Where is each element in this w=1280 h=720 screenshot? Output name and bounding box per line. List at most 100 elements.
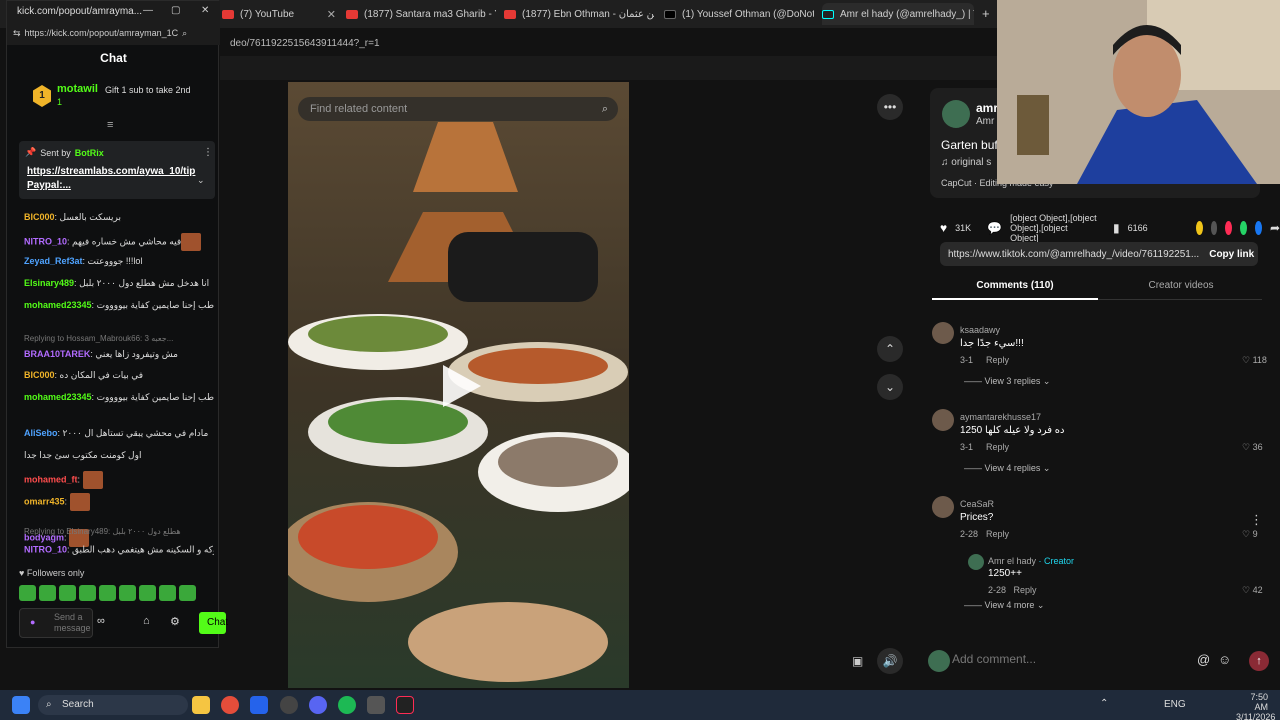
chevron-down-icon[interactable]: ⌄ <box>877 374 903 400</box>
app-icon[interactable] <box>367 696 385 714</box>
new-tab-icon[interactable]: + <box>982 6 990 21</box>
emote[interactable] <box>179 585 196 601</box>
comment-like[interactable]: ♡ 36 <box>1242 442 1263 453</box>
view-replies-button[interactable]: —— View 4 more ⌄ <box>964 600 1044 611</box>
author-avatar[interactable] <box>942 100 970 128</box>
file-explorer-icon[interactable] <box>192 696 210 714</box>
commenter-avatar[interactable] <box>932 409 954 431</box>
send-icon[interactable] <box>1225 221 1233 235</box>
chat-username[interactable]: AliSebo <box>24 428 58 438</box>
maximize-icon[interactable]: ▢ <box>171 5 180 16</box>
chat-username[interactable]: BIC000 <box>24 212 55 222</box>
view-replies-button[interactable]: —— View 3 replies ⌄ <box>964 376 1050 387</box>
more-options-icon[interactable]: ⋮ <box>1250 512 1263 528</box>
gear-icon[interactable]: ⚙ <box>170 615 180 628</box>
chat-username[interactable]: BRAA10TAREK <box>24 349 90 359</box>
reply-button[interactable]: Reply <box>986 355 1009 365</box>
view-replies-button[interactable]: —— View 4 replies ⌄ <box>964 463 1050 474</box>
obs-icon[interactable] <box>250 696 268 714</box>
clock[interactable]: 7:50 AM 3/11/2026 <box>1236 692 1275 720</box>
emote[interactable] <box>59 585 76 601</box>
bookmark-icon[interactable]: ▮ <box>1113 221 1120 235</box>
taskbar-search[interactable]: Search ⌕ <box>38 695 188 715</box>
emote[interactable] <box>119 585 136 601</box>
discord-icon[interactable] <box>309 696 327 714</box>
emote[interactable] <box>159 585 176 601</box>
play-icon[interactable] <box>443 365 481 407</box>
embed-icon[interactable] <box>1210 221 1218 235</box>
chat-username[interactable]: Zeyad_Ref3at <box>24 256 83 266</box>
tray-chevron-icon[interactable]: ⌃ <box>1100 698 1108 709</box>
coin-icon[interactable] <box>1195 221 1203 235</box>
chevron-down-icon[interactable]: ⌄ <box>197 175 205 186</box>
chrome-icon[interactable] <box>221 696 239 714</box>
tab-ebn-othman[interactable]: (1877) Ebn Othman - ابن عثمان✕ <box>504 3 654 25</box>
tab-tiktok[interactable]: Amr el hady (@amrelhady_) | T✕ <box>822 3 974 25</box>
gift-sub-prompt[interactable]: Gift 1 sub to take 2nd <box>105 85 205 96</box>
chat-username[interactable]: mohamed23345 <box>24 300 92 310</box>
microphone-icon[interactable]: ● <box>30 617 35 627</box>
chat-username[interactable]: NITRO_10 <box>24 236 67 246</box>
commenter-avatar[interactable] <box>932 322 954 344</box>
reply-button[interactable]: Reply <box>986 529 1009 539</box>
creator-reply-like[interactable]: ♡ 42 <box>1242 585 1263 596</box>
tiktok-icon[interactable] <box>396 696 414 714</box>
send-chat-button[interactable]: Chat <box>199 612 228 634</box>
mention-icon[interactable]: @ <box>1197 652 1210 667</box>
reply-button[interactable]: Reply <box>986 442 1009 452</box>
top-gifter-name[interactable]: motawil <box>57 83 98 95</box>
chat-input[interactable]: Send a message ● <box>19 608 93 638</box>
tab-youtube[interactable]: (7) YouTube ✕ <box>222 3 342 25</box>
commenter-name[interactable]: CeaSaR <box>960 499 994 509</box>
emote[interactable] <box>19 585 36 601</box>
close-icon[interactable]: ✕ <box>201 5 209 16</box>
chat-username[interactable]: mohamed23345 <box>24 392 92 402</box>
more-options-icon[interactable]: ⋮ <box>203 147 213 158</box>
more-options-icon[interactable]: ••• <box>877 94 903 120</box>
post-comment-button[interactable]: ↑ <box>1249 651 1269 671</box>
author-name[interactable]: amr <box>976 101 998 115</box>
spotify-icon[interactable] <box>338 696 356 714</box>
emote[interactable] <box>99 585 116 601</box>
related-content-search[interactable]: Find related content ⌕ <box>298 97 618 121</box>
whatsapp-icon[interactable] <box>1240 221 1248 235</box>
chat-username[interactable]: NITRO_10 <box>24 544 67 554</box>
chat-username[interactable]: BIC000 <box>24 370 55 380</box>
sound-info[interactable]: ♫ original s <box>941 157 991 168</box>
creator-reply-name[interactable]: Amr el hady · Creator <box>988 556 1074 566</box>
search-icon[interactable]: ⌕ <box>602 97 608 121</box>
heart-icon[interactable]: ♥ <box>940 221 947 235</box>
windows-start-icon[interactable] <box>12 696 30 714</box>
pinned-link[interactable]: https://streamlabs.com/aywa_10/tip <box>27 166 195 177</box>
address-bar[interactable]: deo/7611922515643911444?_r=1 <box>220 32 1000 54</box>
facebook-icon[interactable] <box>1255 221 1262 235</box>
commenter-avatar[interactable] <box>932 496 954 518</box>
chevron-up-icon[interactable]: ⌃ <box>877 336 903 362</box>
language-indicator[interactable]: ENG <box>1164 699 1186 710</box>
share-icon[interactable]: ➦ <box>1270 221 1280 235</box>
volume-icon[interactable]: 🔊 <box>877 648 903 674</box>
tab-comments[interactable]: Comments (110) <box>932 280 1098 300</box>
comment-like[interactable]: ♡ 9 <box>1242 529 1258 540</box>
close-icon[interactable]: ✕ <box>327 8 342 21</box>
tab-creator-videos[interactable]: Creator videos <box>1098 280 1264 291</box>
tab-youssef-x[interactable]: (1) Youssef Othman (@DoNotG✕ <box>664 3 814 25</box>
comment-like[interactable]: ♡ 118 <box>1242 355 1267 366</box>
creator-avatar[interactable] <box>968 554 984 570</box>
chat-username[interactable]: omarr435 <box>24 496 65 506</box>
mini-player-icon[interactable]: ▣ <box>852 654 863 668</box>
share-link-field[interactable]: https://www.tiktok.com/@amrelhady_/video… <box>940 242 1258 266</box>
emoji-icon[interactable]: ☺ <box>1218 652 1231 667</box>
comment-icon[interactable]: 💬 <box>987 221 1002 235</box>
popout-address-bar[interactable]: ⇆ https://kick.com/popout/amrayman_1C ⌕ <box>13 25 213 41</box>
emote[interactable] <box>39 585 56 601</box>
emote[interactable] <box>79 585 96 601</box>
emote-picker-icon[interactable]: ∞ <box>97 615 105 627</box>
commenter-name[interactable]: aymantarekhusse17 <box>960 412 1041 422</box>
copy-link-button[interactable]: Copy link <box>1199 249 1258 260</box>
menu-icon[interactable]: ≡ <box>107 119 113 131</box>
app-icon[interactable] <box>280 696 298 714</box>
zoom-icon[interactable]: ⌕ <box>182 28 187 39</box>
store-icon[interactable]: ⌂ <box>143 615 150 627</box>
tab-santara[interactable]: (1877) Santara ma3 Gharib - Yo✕ <box>346 3 496 25</box>
